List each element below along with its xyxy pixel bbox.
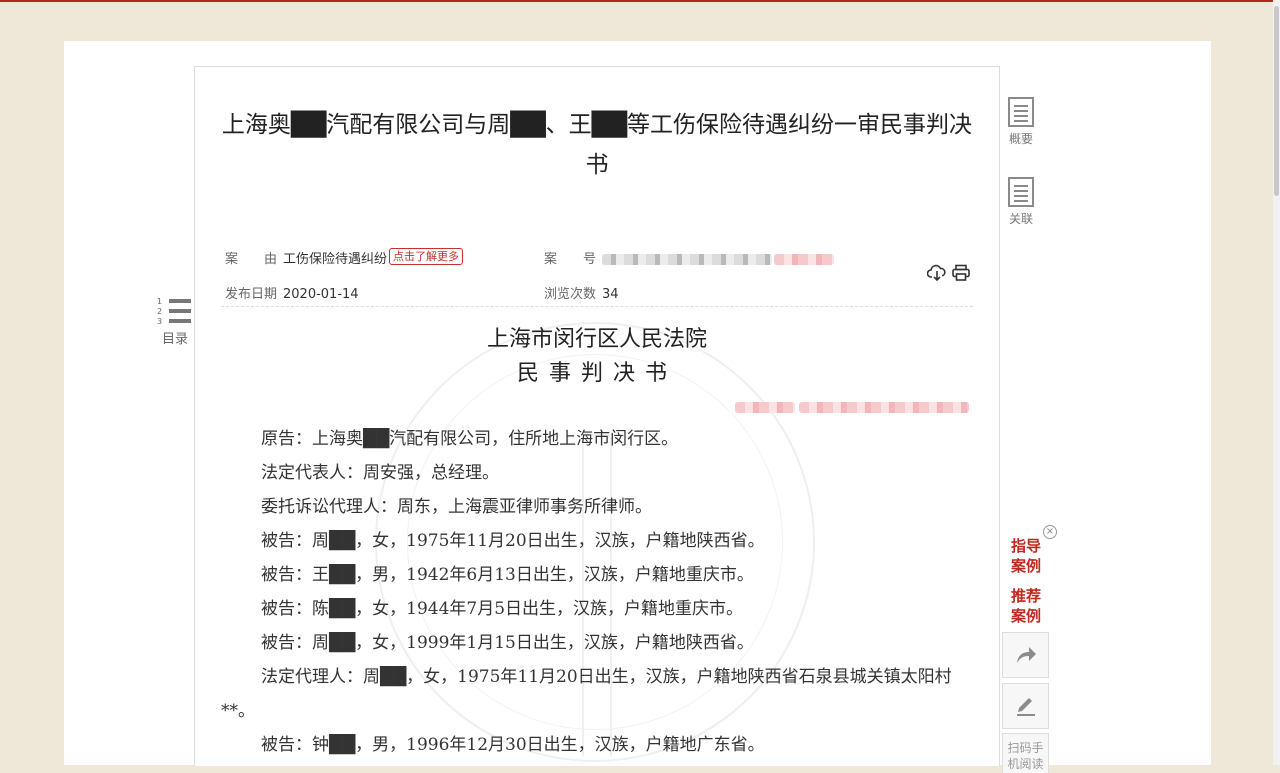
share-icon — [1016, 647, 1036, 663]
edit-button[interactable] — [1002, 683, 1049, 729]
paragraph: 法定代理人：周██，女，1975年11月20日出生，汉族，户籍地陕西省石泉县城关… — [221, 667, 952, 721]
date-value: 2020-01-14 — [283, 287, 359, 302]
summary-label: 概要 — [1008, 132, 1033, 146]
case-number-redacted — [735, 397, 973, 413]
page-scrollbar[interactable] — [1273, 0, 1280, 765]
paragraph: 被告：钟██，男，1996年12月30日出生，汉族，户籍地广东省。 — [261, 735, 765, 755]
related-label: 关联 — [1008, 212, 1033, 226]
document-icon — [1008, 97, 1034, 127]
document-icon — [1008, 177, 1034, 207]
views-label: 浏览次数 — [544, 287, 597, 302]
document-type: 民事判决书 — [516, 361, 677, 386]
learn-more-button[interactable]: 点击了解更多 — [389, 248, 464, 265]
meta-case-no: 案 号 — [544, 248, 835, 267]
guiding-cases-link[interactable]: 指导案例 — [1008, 536, 1044, 576]
meta-views: 浏览次数 34 — [544, 283, 619, 302]
scrollbar-thumb[interactable] — [1274, 6, 1279, 196]
cause-value: 工伤保险待遇纠纷 — [283, 252, 388, 267]
related-button[interactable]: 关联 — [1005, 177, 1037, 227]
cause-label: 案 由 — [225, 252, 278, 267]
paragraph: 被告：王██，男，1942年6月13日出生，汉族，户籍地重庆市。 — [261, 565, 754, 585]
list-numbered-icon: 1 2 3 — [157, 298, 193, 326]
paragraph: 委托诉讼代理人：周东，上海震亚律师事务所律师。 — [261, 497, 652, 517]
case-links: 指导案例 推荐案例 — [1008, 536, 1048, 636]
edit-icon — [1016, 698, 1035, 716]
meta-divider — [221, 306, 973, 307]
summary-button[interactable]: 概要 — [1005, 97, 1037, 147]
paragraph: 被告：陈██，女，1944年7月5日出生，汉族，户籍地重庆市。 — [261, 599, 744, 619]
meta-cause: 案 由工伤保险待遇纠纷 点击了解更多 — [225, 248, 464, 267]
print-icon[interactable] — [951, 264, 971, 282]
top-accent-bar — [0, 0, 1280, 2]
paragraph: 被告：周██，女，1999年1月15日出生，汉族，户籍地陕西省。 — [261, 633, 754, 653]
recommended-cases-link[interactable]: 推荐案例 — [1008, 586, 1044, 626]
document-panel: 上海奥██汽配有限公司与周██、王██等工伤保险待遇纠纷一审民事判决书 案 由工… — [194, 66, 1000, 766]
share-button[interactable] — [1002, 632, 1049, 678]
toc-label: 目录 — [161, 332, 188, 347]
views-value: 34 — [602, 287, 619, 302]
date-label: 发布日期 — [225, 287, 278, 302]
document-title: 上海奥██汽配有限公司与周██、王██等工伤保险待遇纠纷一审民事判决书 — [221, 112, 973, 178]
case-no-label: 案 号 — [544, 252, 597, 267]
case-no-redacted-2 — [774, 254, 835, 265]
download-icon[interactable] — [926, 264, 947, 282]
qr-read-button[interactable]: 扫码手机阅读 — [1002, 733, 1049, 773]
paragraph: 法定代表人：周安强，总经理。 — [261, 463, 499, 483]
case-no-redacted — [602, 254, 773, 265]
meta-date: 发布日期 2020-01-14 — [225, 283, 359, 302]
document-body: 原告：上海奥██汽配有限公司，住所地上海市闵行区。 法定代表人：周安强，总经理。… — [221, 422, 973, 762]
court-name: 上海市闵行区人民法院 — [486, 327, 707, 352]
toc-button[interactable]: 1 2 3 目录 — [155, 298, 195, 348]
paragraph: 被告：周██，女，1975年11月20日出生，汉族，户籍地陕西省。 — [261, 531, 765, 551]
paragraph: 原告：上海奥██汽配有限公司，住所地上海市闵行区。 — [261, 429, 679, 449]
